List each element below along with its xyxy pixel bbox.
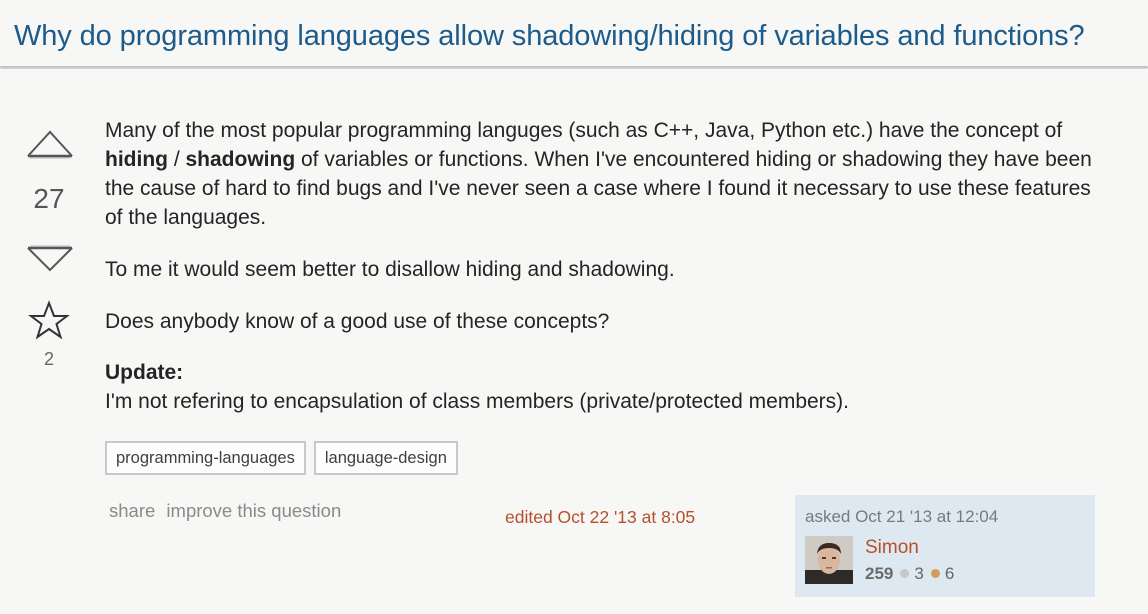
body-paragraph: Does anybody know of a good use of these… bbox=[105, 310, 610, 333]
upvote-button[interactable] bbox=[26, 126, 74, 160]
owner-card: asked Oct 21 '13 at 12:04 Simon 259 3 6 bbox=[795, 495, 1095, 597]
edited-link[interactable]: edited Oct 22 '13 at 8:05 bbox=[505, 507, 695, 528]
asked-date: asked Oct 21 '13 at 12:04 bbox=[805, 507, 999, 526]
bronze-badge-icon bbox=[930, 569, 940, 579]
bold-hiding: hiding bbox=[105, 148, 168, 171]
user-name-link[interactable]: Simon bbox=[865, 537, 919, 559]
user-stats: 259 3 6 bbox=[865, 564, 954, 584]
silver-badge-icon bbox=[900, 569, 910, 579]
update-heading-text: Update: bbox=[105, 361, 184, 384]
favorite-button[interactable] bbox=[28, 300, 70, 340]
share-link[interactable]: share bbox=[109, 500, 155, 521]
tag-language-design[interactable]: language-design bbox=[313, 441, 458, 475]
body-paragraph: Many of the most popular programming lan… bbox=[105, 116, 1095, 232]
question-header: Why do programming languages allow shado… bbox=[0, 0, 1148, 70]
user-avatar-image bbox=[805, 536, 853, 584]
header-divider bbox=[0, 66, 1148, 69]
vote-count: 27 bbox=[33, 183, 65, 214]
downvote-arrow-icon bbox=[27, 245, 73, 272]
upvote-arrow-icon bbox=[27, 130, 73, 159]
question-title[interactable]: Why do programming languages allow shado… bbox=[14, 20, 1085, 53]
reputation-score: 259 bbox=[865, 564, 894, 583]
body-text: / bbox=[167, 148, 186, 171]
avatar[interactable] bbox=[805, 536, 853, 584]
improve-question-link[interactable]: improve this question bbox=[166, 500, 341, 521]
silver-badge-count: 3 bbox=[914, 564, 924, 583]
downvote-button[interactable] bbox=[26, 242, 74, 276]
body-paragraph: To me it would seem better to disallow h… bbox=[105, 258, 675, 281]
favorite-star-icon bbox=[28, 300, 70, 340]
favorite-count: 2 bbox=[43, 349, 54, 369]
bronze-badge-count: 6 bbox=[944, 564, 955, 583]
post-menu: share improve this question bbox=[109, 500, 347, 522]
bold-shadowing: shadowing bbox=[185, 148, 296, 171]
update-text: I'm not refering to encapsulation of cla… bbox=[105, 390, 849, 413]
body-text: Many of the most popular programming lan… bbox=[105, 119, 1063, 142]
update-heading: Update: bbox=[105, 358, 183, 387]
tag-list: programming-languages language-design bbox=[105, 441, 466, 475]
tag-programming-languages[interactable]: programming-languages bbox=[105, 441, 306, 475]
